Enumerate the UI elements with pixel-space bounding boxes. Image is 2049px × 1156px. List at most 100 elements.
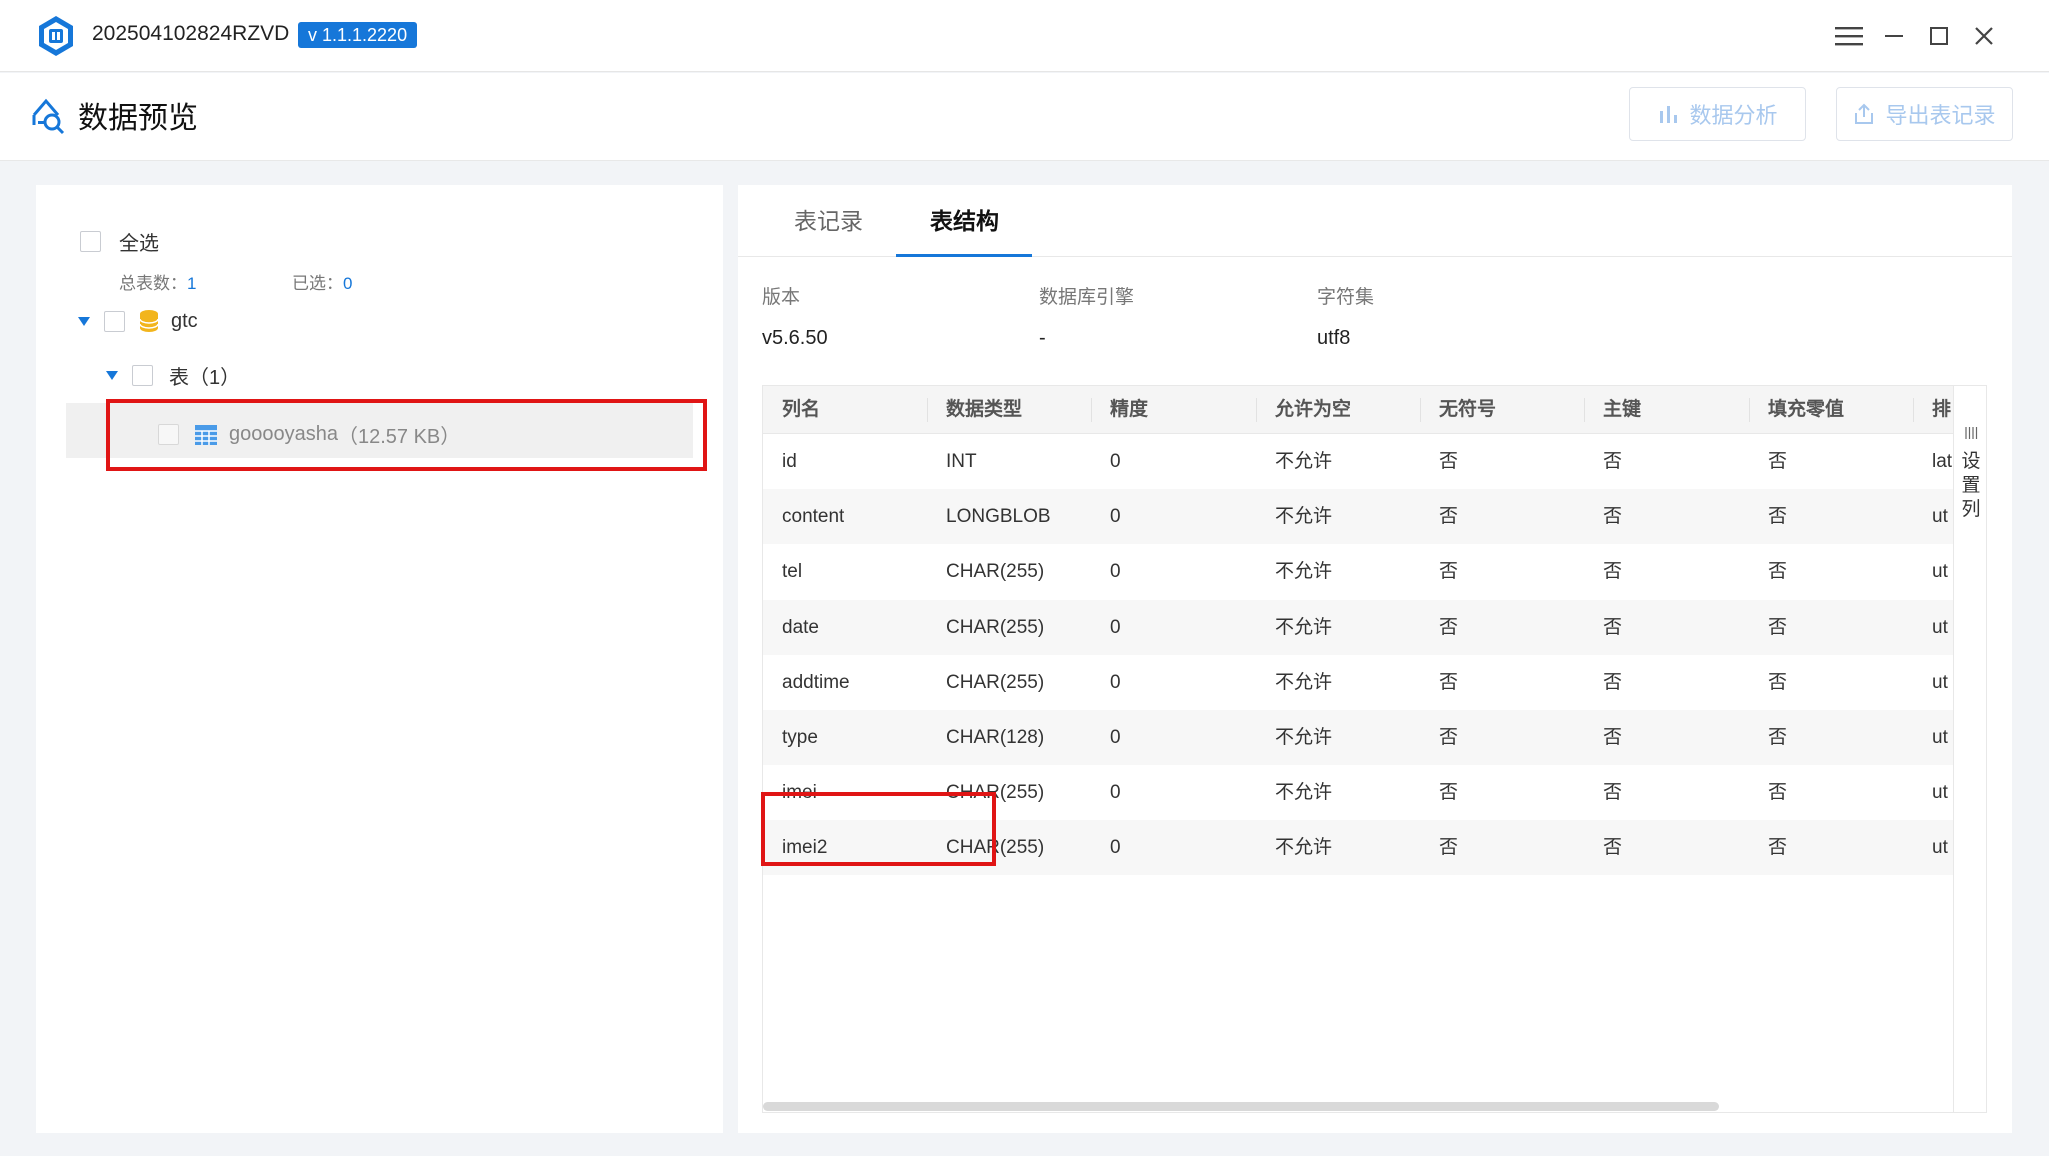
minimize-button[interactable]	[1876, 18, 1912, 54]
cell-nullable: 不允许	[1275, 616, 1333, 638]
window-title: 202504102824RZVD	[92, 22, 290, 45]
minimize-icon	[1885, 35, 1903, 37]
column-header[interactable]: 数据类型	[946, 386, 1022, 434]
column-settings-strip[interactable]: 设置列	[1953, 386, 1986, 1112]
version-value: v5.6.50	[762, 327, 828, 349]
columns-icon	[1965, 427, 1978, 439]
export-button[interactable]: 导出表记录	[1836, 87, 2013, 141]
cell-precision: 0	[1110, 451, 1121, 472]
database-name: gtc	[171, 309, 198, 332]
table-icon	[195, 424, 217, 445]
cell-data-type: INT	[946, 451, 977, 472]
cell-nullable: 不允许	[1275, 727, 1333, 748]
column-header[interactable]: 主键	[1603, 386, 1641, 434]
column-divider	[1913, 398, 1914, 422]
cell-collation: ut	[1932, 727, 1948, 748]
tab-structure[interactable]: 表结构	[930, 185, 999, 257]
cell-nullable: 不允许	[1275, 837, 1333, 859]
hamburger-icon	[1835, 27, 1863, 46]
column-header[interactable]: 排	[1932, 386, 1953, 434]
cell-zerofill: 否	[1768, 561, 1788, 583]
expand-caret-icon[interactable]	[78, 316, 90, 326]
charset-label: 字符集	[1317, 287, 1375, 308]
column-header[interactable]: 精度	[1110, 386, 1148, 434]
horizontal-scrollbar[interactable]	[763, 1102, 1719, 1111]
table-size: （12.57 KB）	[337, 426, 461, 448]
tables-checkbox[interactable]	[132, 365, 153, 386]
cell-precision: 0	[1110, 506, 1121, 528]
table-row[interactable]: imei2 CHAR(255) 0 不允许 否 否 否 ut	[763, 820, 1953, 876]
column-settings-label[interactable]: 设置列	[1959, 450, 1983, 522]
cell-data-type: CHAR(255)	[946, 616, 1045, 638]
cell-primary-key: 否	[1603, 727, 1623, 748]
select-all-row[interactable]: 全选	[80, 227, 159, 256]
select-all-checkbox[interactable]	[80, 231, 101, 252]
tab-bar: 表记录 表结构	[738, 185, 2012, 257]
cell-unsigned: 否	[1439, 561, 1459, 583]
cell-data-type: CHAR(255)	[946, 671, 1045, 693]
maximize-icon	[1930, 27, 1948, 45]
cell-column-name: addtime	[782, 671, 850, 693]
cell-precision: 0	[1110, 671, 1121, 693]
table-row[interactable]: content LONGBLOB 0 不允许 否 否 否 ut	[763, 489, 1953, 545]
cell-collation: ut	[1932, 782, 1948, 804]
version-label: 版本	[762, 287, 801, 308]
close-button[interactable]	[1966, 18, 2002, 54]
cell-nullable: 不允许	[1275, 506, 1333, 528]
table-row[interactable]: tel CHAR(255) 0 不允许 否 否 否 ut	[763, 544, 1953, 599]
column-header[interactable]: 允许为空	[1275, 386, 1351, 434]
cell-column-name: imei2	[782, 837, 828, 859]
table-checkbox[interactable]	[158, 424, 179, 445]
column-header[interactable]: 无符号	[1439, 386, 1496, 434]
cell-zerofill: 否	[1768, 616, 1788, 638]
cell-zerofill: 否	[1768, 782, 1788, 804]
cell-unsigned: 否	[1439, 782, 1459, 804]
export-label: 导出表记录	[1885, 103, 1996, 128]
cell-nullable: 不允许	[1275, 782, 1333, 804]
cell-primary-key: 否	[1603, 782, 1623, 804]
column-divider	[927, 398, 928, 422]
table-node-content: gooooyasha （12.57 KB）	[158, 420, 460, 449]
cell-collation: ut	[1932, 561, 1948, 583]
table-row[interactable]: id INT 0 不允许 否 否 否 lat	[763, 434, 1953, 489]
tab-records[interactable]: 表记录	[794, 185, 863, 257]
engine-label: 数据库引擎	[1039, 287, 1135, 308]
total-label: 总表数：	[119, 274, 187, 293]
cell-unsigned: 否	[1439, 671, 1459, 693]
table-row[interactable]: date CHAR(255) 0 不允许 否 否 否 ut	[763, 599, 1953, 655]
export-icon	[1855, 103, 1874, 124]
cell-primary-key: 否	[1603, 451, 1623, 472]
analyze-button[interactable]: 数据分析	[1629, 87, 1806, 141]
detail-panel: 表记录 表结构 版本 v5.6.50 数据库引擎 - 字符集 utf8 列名 数…	[738, 185, 2012, 1133]
total-value: 1	[187, 274, 197, 293]
cell-collation: lat	[1932, 451, 1953, 472]
tree-node-tables[interactable]: 表（1）	[106, 361, 240, 390]
cell-zerofill: 否	[1768, 727, 1788, 748]
cell-data-type: LONGBLOB	[946, 506, 1051, 528]
cell-zerofill: 否	[1768, 506, 1788, 528]
cell-column-name: date	[782, 616, 819, 638]
column-header[interactable]: 列名	[782, 386, 820, 434]
data-preview-icon	[32, 98, 65, 135]
table-row[interactable]: imei CHAR(255) 0 不允许 否 否 否 ut	[763, 765, 1953, 820]
database-checkbox[interactable]	[104, 310, 125, 332]
cell-precision: 0	[1110, 616, 1121, 638]
cell-unsigned: 否	[1439, 616, 1459, 638]
cell-column-name: id	[782, 451, 797, 472]
cell-unsigned: 否	[1439, 837, 1459, 859]
maximize-button[interactable]	[1921, 18, 1957, 54]
tree-node-database[interactable]: gtc	[78, 309, 198, 333]
cell-precision: 0	[1110, 727, 1121, 748]
table-row[interactable]: addtime CHAR(255) 0 不允许 否 否 否 ut	[763, 655, 1953, 710]
cell-data-type: CHAR(255)	[946, 782, 1045, 804]
table-row[interactable]: type CHAR(128) 0 不允许 否 否 否 ut	[763, 710, 1953, 765]
cell-collation: ut	[1932, 616, 1948, 638]
column-header[interactable]: 填充零值	[1768, 386, 1844, 434]
column-divider	[1584, 398, 1585, 422]
tree-node-table[interactable]: gooooyasha （12.57 KB）	[66, 403, 693, 458]
version-badge: v 1.1.1.2220	[298, 22, 418, 48]
cell-precision: 0	[1110, 837, 1121, 859]
menu-button[interactable]	[1831, 18, 1867, 54]
expand-caret-icon[interactable]	[106, 371, 118, 380]
selected-label: 已选：	[292, 274, 343, 293]
